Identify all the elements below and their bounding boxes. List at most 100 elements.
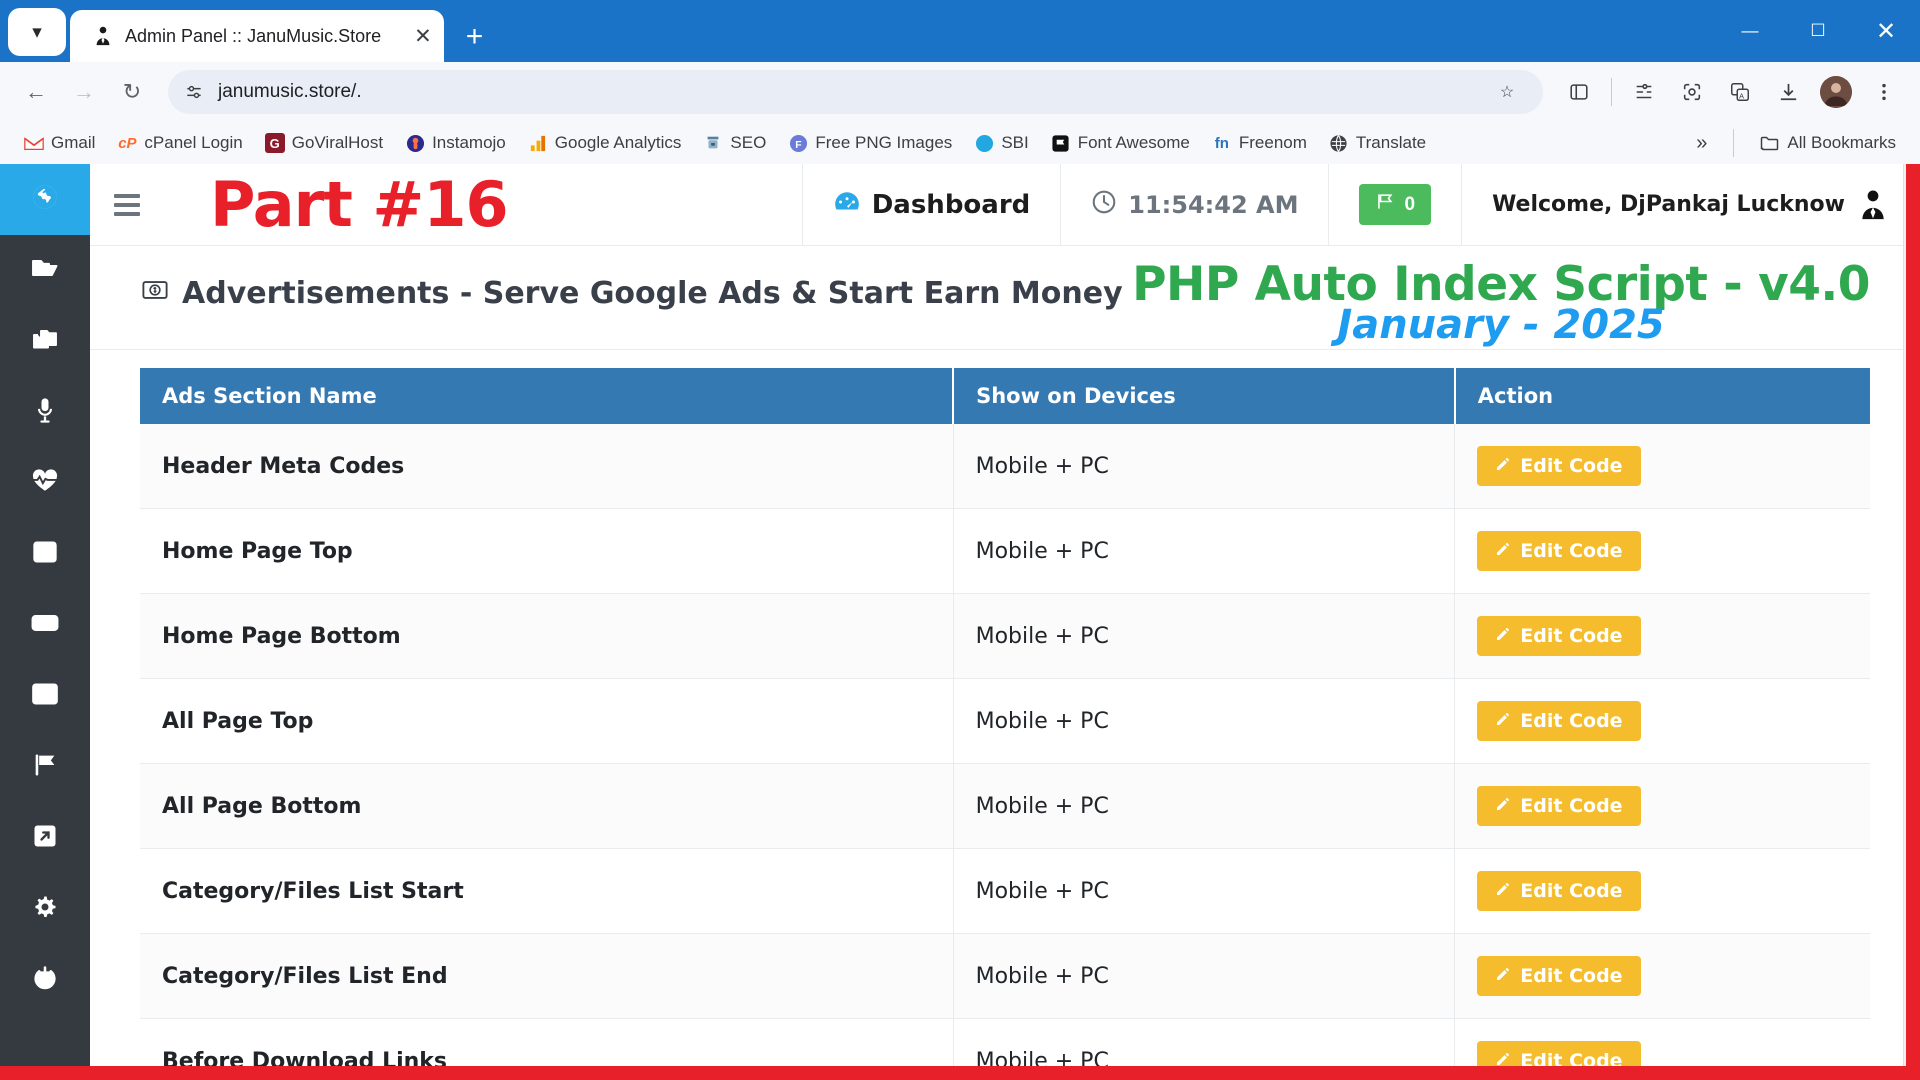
bookmark-free-png-images[interactable]: F Free PNG Images xyxy=(778,129,962,157)
chevron-down-icon: ▾ xyxy=(32,21,42,43)
cell-ads-section-name: Home Page Top xyxy=(140,508,954,594)
window-close-button[interactable]: ✕ xyxy=(1852,0,1920,62)
extensions-icon[interactable] xyxy=(1557,70,1601,114)
all-bookmarks-button[interactable]: All Bookmarks xyxy=(1750,129,1906,157)
page-brand-title: Part #16 xyxy=(210,167,509,241)
bookmark-label: GoViralHost xyxy=(291,133,384,152)
bookmark-google-analytics[interactable]: Google Analytics xyxy=(518,129,692,157)
split-screen-icon[interactable] xyxy=(1622,70,1666,114)
edit-code-button[interactable]: Edit Code xyxy=(1477,531,1641,571)
tab-title: Admin Panel :: JanuMusic.Store xyxy=(125,25,382,46)
bookmark-label: Gmail xyxy=(51,133,96,152)
edit-code-label: Edit Code xyxy=(1520,880,1623,902)
new-tab-button[interactable]: + xyxy=(466,22,484,52)
ads-table: Ads Section Name Show on Devices Action … xyxy=(140,368,1870,1080)
bookmark-freenom[interactable]: fn Freenom xyxy=(1202,129,1317,157)
microphone-icon xyxy=(31,396,59,429)
bookmark-instamojo[interactable]: Instamojo xyxy=(395,129,516,157)
sidebar-item-audio[interactable] xyxy=(0,377,90,448)
table-header: Ads Section Name Show on Devices Action xyxy=(140,368,1870,424)
money-bill-icon xyxy=(31,609,59,642)
svg-text:A: A xyxy=(1739,91,1744,100)
all-bookmarks-label: All Bookmarks xyxy=(1787,133,1896,152)
table-row: Home Page Top Mobile + PC Edit Code xyxy=(140,508,1870,594)
bookmarks-overflow-button[interactable]: » xyxy=(1686,132,1717,155)
cell-action: Edit Code xyxy=(1454,508,1870,594)
bookmark-gmail[interactable]: Gmail xyxy=(14,129,105,157)
topbar-clock: 11:54:42 AM xyxy=(1060,164,1328,246)
sidebar-item-logout[interactable] xyxy=(0,945,90,1016)
ad-dollar-icon xyxy=(142,276,168,311)
clone-icon xyxy=(31,325,59,358)
profile-avatar[interactable] xyxy=(1814,70,1858,114)
cell-show-on-devices: Mobile + PC xyxy=(953,848,1456,934)
status-badge[interactable]: 0 xyxy=(1359,184,1432,225)
browser-tab-active[interactable]: Admin Panel :: JanuMusic.Store ✕ xyxy=(70,10,444,62)
translate-icon[interactable]: A xyxy=(1718,70,1762,114)
table-row: All Page Top Mobile + PC Edit Code xyxy=(140,678,1870,764)
bookmarks-overflow-area: » All Bookmarks xyxy=(1686,129,1906,157)
edit-code-label: Edit Code xyxy=(1520,710,1623,732)
address-bar[interactable]: janumusic.store/. ☆ xyxy=(168,70,1543,114)
edit-code-label: Edit Code xyxy=(1520,625,1623,647)
bookmark-goviralhost[interactable]: G GoViralHost xyxy=(255,129,393,157)
cpanel-icon: cP xyxy=(118,134,137,152)
sidebar-item-dashboard[interactable] xyxy=(0,164,90,235)
google-lens-icon[interactable] xyxy=(1670,70,1714,114)
bookmark-seo[interactable]: SEO xyxy=(693,129,776,157)
window-controls: — ☐ ✕ xyxy=(1716,0,1920,62)
edit-code-button[interactable]: Edit Code xyxy=(1477,701,1641,741)
image-icon xyxy=(31,680,59,713)
power-off-icon xyxy=(31,964,59,997)
clock-time: 11:54:42 AM xyxy=(1128,190,1299,219)
sbi-icon xyxy=(974,133,994,153)
edit-code-button[interactable]: Edit Code xyxy=(1477,956,1641,996)
sidebar-item-activity[interactable] xyxy=(0,448,90,519)
tab-search-button[interactable]: ▾ xyxy=(8,8,66,56)
bookmark-cpanel-login[interactable]: cP cPanel Login xyxy=(107,129,252,157)
minimize-button[interactable]: — xyxy=(1716,0,1784,62)
cell-show-on-devices: Mobile + PC xyxy=(953,763,1456,849)
sidebar-item-files[interactable] xyxy=(0,235,90,306)
three-dot-menu-icon[interactable] xyxy=(1862,70,1906,114)
edit-code-button[interactable]: Edit Code xyxy=(1477,446,1641,486)
edit-code-button[interactable]: Edit Code xyxy=(1477,616,1641,656)
download-icon[interactable] xyxy=(1766,70,1810,114)
topbar-user-cell[interactable]: Welcome, DjPankaj Lucknow xyxy=(1461,164,1920,246)
maximize-button[interactable]: ☐ xyxy=(1784,0,1852,62)
close-icon[interactable]: ✕ xyxy=(414,26,432,47)
cell-ads-section-name: All Page Bottom xyxy=(140,763,954,849)
translate-globe-icon xyxy=(1329,133,1349,153)
edit-code-button[interactable]: Edit Code xyxy=(1477,786,1641,826)
bookmark-font-awesome[interactable]: Font Awesome xyxy=(1041,129,1200,157)
reload-button[interactable]: ↻ xyxy=(110,70,154,114)
forward-button[interactable]: → xyxy=(62,70,106,114)
topbar-dashboard-link[interactable]: Dashboard xyxy=(801,164,1061,246)
pencil-icon xyxy=(1495,540,1511,562)
edit-code-button[interactable]: Edit Code xyxy=(1477,871,1641,911)
toolbar-divider xyxy=(1611,78,1612,106)
table-row: Category/Files List Start Mobile + PC Edit… xyxy=(140,848,1870,934)
sidebar-item-pages[interactable] xyxy=(0,306,90,377)
ads-table-wrap: Ads Section Name Show on Devices Action … xyxy=(90,350,1920,1080)
sidebar-item-settings[interactable] xyxy=(0,874,90,945)
bookmark-label: Freenom xyxy=(1238,133,1307,152)
cell-show-on-devices: Mobile + PC xyxy=(953,678,1456,764)
site-info-icon[interactable] xyxy=(182,80,206,104)
section-title-wrap: Advertisements - Serve Google Ads & Star… xyxy=(90,260,1123,311)
sidebar-item-images[interactable] xyxy=(0,661,90,732)
page-right-accent xyxy=(1906,164,1920,1080)
hamburger-icon[interactable] xyxy=(90,164,164,245)
back-button[interactable]: ← xyxy=(14,70,58,114)
sidebar-item-reports[interactable] xyxy=(0,732,90,803)
bookmark-label: cPanel Login xyxy=(144,133,243,152)
bookmark-translate[interactable]: Translate xyxy=(1319,129,1436,157)
bookmark-sbi[interactable]: SBI xyxy=(964,129,1038,157)
cell-action: Edit Code xyxy=(1454,593,1870,679)
sidebar-item-earnings[interactable] xyxy=(0,590,90,661)
bookmark-star-icon[interactable]: ☆ xyxy=(1485,70,1529,114)
sidebar-item-inbox[interactable] xyxy=(0,519,90,590)
welcome-text: Welcome, DjPankaj Lucknow xyxy=(1492,192,1845,217)
cell-action: Edit Code xyxy=(1454,763,1870,849)
sidebar-item-links[interactable] xyxy=(0,803,90,874)
